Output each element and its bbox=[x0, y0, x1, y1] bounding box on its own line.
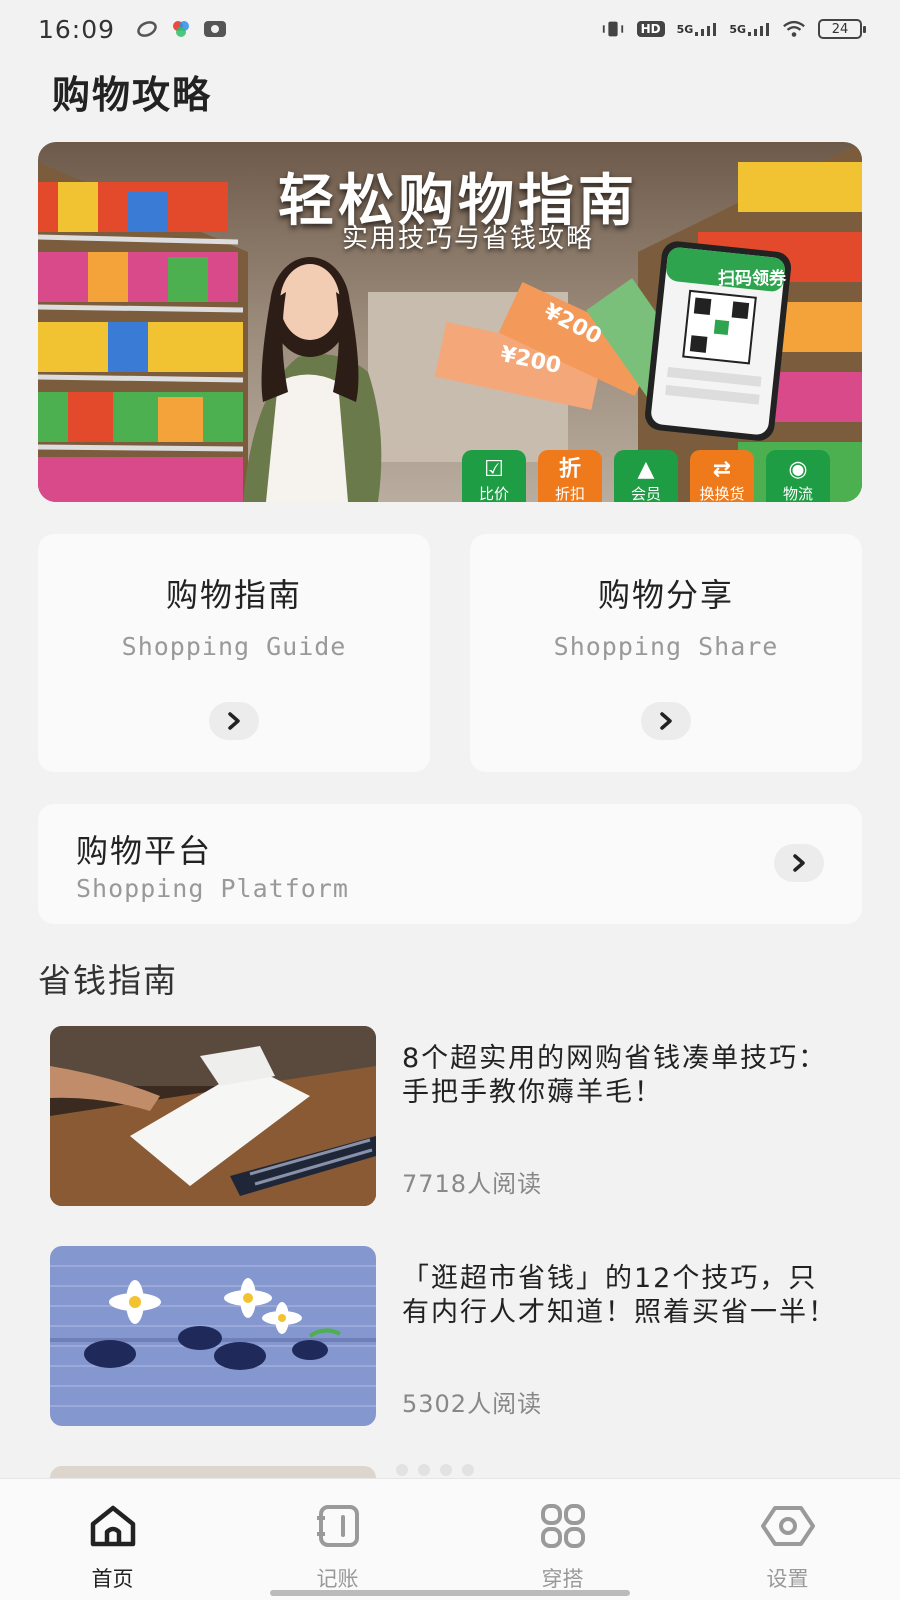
money-saving-section-title: 省钱指南 bbox=[38, 961, 178, 1000]
banner-tile-discount: 折 折扣 bbox=[538, 450, 602, 502]
chevron-right-icon bbox=[660, 712, 672, 730]
status-time: 16:09 bbox=[38, 14, 116, 44]
indicator-dot bbox=[418, 1464, 430, 1476]
tab-home[interactable]: 首页 bbox=[0, 1479, 225, 1600]
banner-tile-logistics: ◉ 物流 bbox=[766, 450, 830, 502]
signal-icon bbox=[695, 23, 717, 36]
colorful-app-icon bbox=[169, 19, 193, 39]
banner-phone-label: 扫码领券 bbox=[718, 269, 786, 289]
shopping-share-card[interactable]: 购物分享 Shopping Share bbox=[470, 534, 862, 772]
banner-tile-exchange: ⇄ 换换货 bbox=[690, 450, 754, 502]
exchange-icon: ⇄ bbox=[712, 457, 732, 482]
vibrate-icon bbox=[601, 19, 625, 39]
banner-feature-tiles: ☑ 比价 折 折扣 ▲ 会员 ⇄ 换换货 ◉ 物流 bbox=[462, 450, 830, 502]
article-list-item[interactable]: 「逛超市省钱」的12个技巧，只有内行人才知道！照着买省一半！ 5302人阅读 bbox=[50, 1246, 862, 1426]
member-icon: ▲ bbox=[637, 457, 655, 482]
check-icon: ☑ bbox=[484, 457, 504, 482]
banner-tile-member: ▲ 会员 bbox=[614, 450, 678, 502]
shopping-guide-subtitle: Shopping Guide bbox=[121, 632, 347, 661]
logistics-icon: ◉ bbox=[788, 457, 808, 482]
hd-badge: HD bbox=[636, 21, 665, 37]
discount-icon: 折 bbox=[558, 457, 581, 482]
wifi-icon bbox=[782, 19, 806, 39]
leaf-app-icon bbox=[135, 19, 159, 39]
shopping-platform-title: 购物平台 bbox=[76, 832, 213, 870]
signal-icon bbox=[748, 23, 769, 36]
notification-icons bbox=[135, 19, 227, 39]
article-list-item[interactable]: 8个超实用的网购省钱凑单技巧：手把手教你薅羊毛！ 7718人阅读 bbox=[50, 1026, 862, 1206]
grid-icon bbox=[536, 1503, 590, 1549]
settings-icon bbox=[761, 1503, 815, 1549]
bottom-tab-bar: 首页 记账 穿搭 设置 bbox=[0, 1478, 900, 1600]
network-2: 5G bbox=[729, 22, 770, 36]
tab-settings-label: 设置 bbox=[766, 1567, 809, 1591]
shopping-platform-arrow-button[interactable] bbox=[774, 844, 824, 882]
hero-banner[interactable]: 轻松购物指南 实用技巧与省钱攻略 扫码领券 ¥200 ¥200 ☑ 比价 折 折… bbox=[38, 142, 862, 502]
chevron-right-icon bbox=[793, 854, 805, 872]
shopping-platform-card[interactable]: 购物平台 Shopping Platform bbox=[38, 804, 862, 924]
article-title: 「逛超市省钱」的12个技巧，只有内行人才知道！照着买省一半！ bbox=[402, 1263, 837, 1328]
article-title: 8个超实用的网购省钱凑单技巧：手把手教你薅羊毛！ bbox=[402, 1043, 828, 1108]
indicator-dot bbox=[396, 1464, 408, 1476]
system-status: HD 5G 5G 24 bbox=[601, 19, 866, 39]
tab-outfits[interactable]: 穿搭 bbox=[450, 1479, 675, 1600]
page-title: 购物攻略 bbox=[52, 73, 213, 117]
article-thumbnail bbox=[50, 1246, 376, 1426]
shopping-guide-arrow-button[interactable] bbox=[209, 702, 259, 740]
scroll-indicator-dots bbox=[396, 1464, 474, 1476]
tab-outfits-label: 穿搭 bbox=[541, 1567, 584, 1591]
network-1: 5G bbox=[677, 22, 718, 36]
indicator-dot bbox=[440, 1464, 452, 1476]
banner-subtitle: 实用技巧与省钱攻略 bbox=[341, 224, 594, 254]
shopping-platform-subtitle: Shopping Platform bbox=[76, 874, 349, 903]
tab-settings[interactable]: 设置 bbox=[675, 1479, 900, 1600]
article-read-count: 7718人阅读 bbox=[402, 1170, 543, 1198]
shopping-guide-title: 购物指南 bbox=[165, 576, 302, 614]
article-read-count: 5302人阅读 bbox=[402, 1390, 543, 1418]
shopping-share-arrow-button[interactable] bbox=[641, 702, 691, 740]
tab-bookkeeping-label: 记账 bbox=[316, 1567, 359, 1591]
home-icon bbox=[86, 1503, 140, 1549]
wallet-app-icon bbox=[203, 19, 227, 39]
tab-bookkeeping[interactable]: 记账 bbox=[225, 1479, 450, 1600]
shopping-share-title: 购物分享 bbox=[597, 576, 734, 614]
shopping-guide-card[interactable]: 购物指南 Shopping Guide bbox=[38, 534, 430, 772]
indicator-dot bbox=[462, 1464, 474, 1476]
tab-home-label: 首页 bbox=[91, 1567, 134, 1591]
article-thumbnail bbox=[50, 1026, 376, 1206]
battery-indicator: 24 bbox=[818, 19, 866, 39]
status-bar: 16:09 HD 5G 5G 24 bbox=[0, 0, 900, 58]
banner-tile-compare: ☑ 比价 bbox=[462, 450, 526, 502]
shopping-share-subtitle: Shopping Share bbox=[553, 632, 779, 661]
chevron-right-icon bbox=[228, 712, 240, 730]
notebook-icon bbox=[311, 1503, 365, 1549]
home-indicator[interactable] bbox=[270, 1590, 630, 1596]
